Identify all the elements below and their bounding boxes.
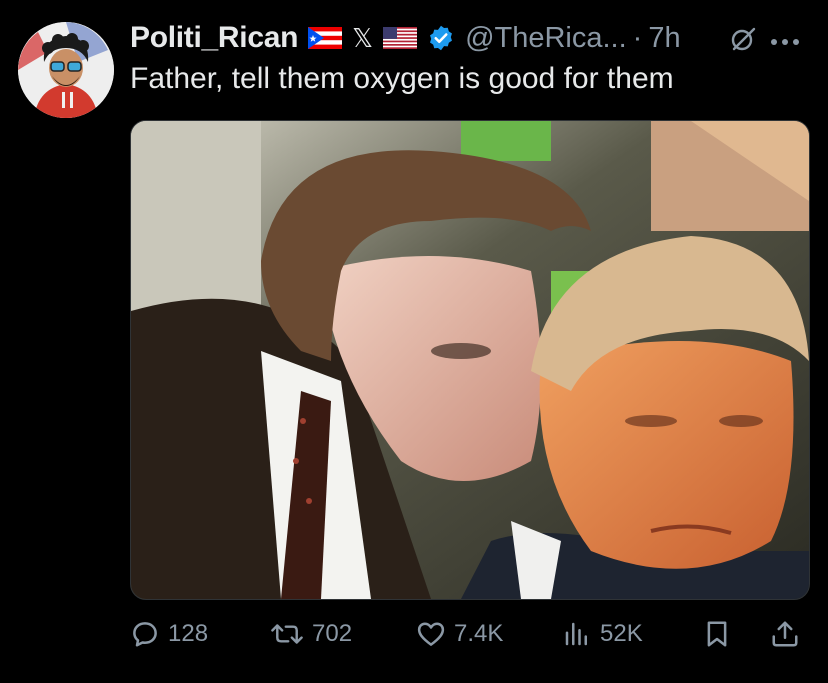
tweet-header: Politi_Rican 𝕏 @TheRica... · 7h (130, 18, 681, 58)
display-name[interactable]: Politi_Rican (130, 21, 298, 55)
grok-icon[interactable] (730, 26, 756, 57)
views-button[interactable]: 52K (562, 612, 643, 656)
handle[interactable]: @TheRica... (465, 22, 627, 55)
tweet-media[interactable] (130, 120, 810, 600)
views-icon (562, 619, 592, 649)
repost-button[interactable]: 702 (270, 612, 352, 656)
share-button[interactable] (770, 612, 800, 656)
avatar[interactable] (18, 22, 114, 118)
separator: · (632, 21, 643, 54)
us-flag-icon (383, 27, 418, 49)
bookmark-icon (702, 619, 732, 649)
repost-icon (270, 619, 304, 649)
x-icon: 𝕏 (352, 23, 374, 53)
bookmark-button[interactable] (702, 612, 732, 656)
reply-button[interactable]: 128 (130, 612, 208, 656)
like-count: 7.4K (454, 620, 504, 647)
media-image (131, 121, 809, 599)
timestamp[interactable]: 7h (648, 22, 680, 55)
tweet-text: Father, tell them oxygen is good for the… (130, 62, 674, 95)
puerto-rico-flag-icon (308, 27, 343, 49)
more-options-icon[interactable] (770, 24, 800, 52)
view-count: 52K (600, 620, 643, 647)
action-bar: 128 702 7.4K 52K (130, 612, 808, 656)
like-button[interactable]: 7.4K (416, 612, 503, 656)
heart-icon (416, 619, 446, 649)
reply-count: 128 (168, 620, 209, 647)
repost-count: 702 (312, 620, 353, 647)
share-icon (770, 619, 800, 649)
tweet[interactable]: Politi_Rican 𝕏 @TheRica... · 7h Father, … (0, 0, 828, 683)
reply-icon (130, 619, 160, 649)
verified-badge-icon (427, 24, 455, 52)
